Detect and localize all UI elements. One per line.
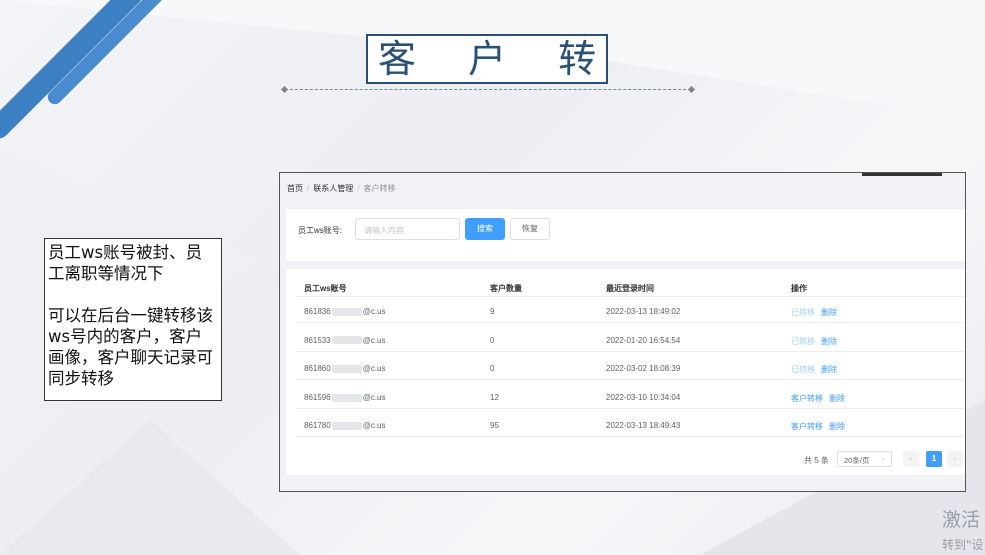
pagination-total: 共 5 条 [804, 456, 829, 465]
last-login-cell: 2022-03-13 18:49:02 [606, 307, 681, 316]
actions-cell: 客户转移 删除 [791, 421, 845, 432]
delete-link[interactable]: 删除 [821, 308, 837, 317]
delete-link[interactable]: 删除 [821, 365, 837, 374]
row-divider [296, 322, 965, 323]
last-login-cell: 2022-01-20 16:54:54 [606, 335, 681, 345]
customer-count-cell: 0 [490, 335, 495, 345]
note-paragraph: 可以在后台一键转移该ws号内的客户，客户画像，客户聊天记录可同步转移 [48, 306, 213, 388]
row-divider [296, 436, 965, 438]
actions-cell: 已转移 删除 [791, 364, 837, 375]
actions-cell: 已转移 删除 [791, 336, 837, 347]
description-note: 员工ws账号被封、员工离职等情况下 可以在后台一键转移该ws号内的客户，客户画像… [44, 238, 222, 401]
slide-title: 客 户 转 移 [366, 34, 608, 84]
transferred-label: 已转移 [791, 336, 815, 346]
actions-cell: 已转移 删除 [791, 307, 837, 318]
transfer-customers-link[interactable]: 客户转移 [791, 394, 823, 403]
delete-link[interactable]: 删除 [829, 394, 845, 403]
redacted-mask [331, 307, 362, 316]
breadcrumb-current: 客户转移 [363, 184, 396, 193]
customer-count-cell: 9 [490, 307, 495, 316]
transfer-customers-link[interactable]: 客户转移 [791, 422, 823, 431]
customer-count-cell: 95 [490, 421, 499, 431]
last-login-cell: 2022-03-02 18:08:39 [606, 364, 681, 374]
customer-count-cell: 0 [490, 364, 495, 374]
column-header-actions: 操作 [791, 284, 807, 293]
title-divider [285, 89, 691, 90]
redacted-mask [331, 336, 362, 345]
account-cell: 861596 @c.us [304, 392, 386, 402]
column-header-last-login: 最近登录时间 [606, 284, 654, 293]
search-label: 员工ws账号: [298, 226, 342, 235]
account-cell: 861780 @c.us [304, 421, 386, 431]
next-page-button[interactable]: › [947, 451, 963, 467]
breadcrumb-home[interactable]: 首页 [287, 184, 303, 193]
page-number-button[interactable]: 1 [926, 451, 942, 467]
note-paragraph: 员工ws账号被封、员工离职等情况下 [48, 243, 203, 283]
row-divider [296, 379, 965, 381]
account-cell: 861836 @c.us [304, 307, 386, 316]
breadcrumb-contacts[interactable]: 联系人管理 [313, 184, 353, 193]
breadcrumb: 首页 / 联系人管理 / 客户转移 [287, 184, 396, 193]
column-header-account: 员工ws账号 [304, 284, 347, 293]
delete-link[interactable]: 删除 [829, 422, 845, 431]
transferred-label: 已转移 [791, 308, 815, 317]
column-header-count: 客户数量 [490, 284, 522, 293]
transferred-label: 已转移 [791, 365, 815, 375]
row-divider [296, 407, 965, 409]
top-bar [862, 173, 942, 176]
last-login-cell: 2022-03-10 10:34:04 [606, 392, 681, 402]
account-cell: 861860 @c.us [304, 364, 386, 374]
page-size-select[interactable]: 20条/页 ⌄ [837, 451, 892, 467]
chevron-right-icon: › [953, 454, 957, 463]
customer-count-cell: 12 [490, 392, 499, 402]
app-screenshot: 首页 / 联系人管理 / 客户转移 员工ws账号: 请输入内容 搜索 恢复 员工ws账号… [279, 172, 966, 492]
search-button[interactable]: 搜索 [465, 218, 505, 240]
redacted-mask [331, 422, 362, 431]
reset-button[interactable]: 恢复 [510, 218, 550, 240]
chevron-down-icon: ⌄ [880, 455, 886, 462]
activation-watermark: 激活 转到"设 [942, 509, 984, 552]
account-search-input[interactable]: 请输入内容 [355, 218, 460, 240]
last-login-cell: 2022-03-13 18:49:43 [606, 421, 681, 431]
redacted-mask [331, 365, 362, 374]
row-divider [296, 296, 965, 297]
account-cell: 861533 @c.us [304, 335, 386, 345]
prev-page-button[interactable]: ‹ [903, 451, 919, 467]
delete-link[interactable]: 删除 [821, 337, 837, 346]
chevron-left-icon: ‹ [909, 454, 913, 463]
redacted-mask [331, 393, 362, 402]
actions-cell: 客户转移 删除 [791, 393, 845, 404]
row-divider [296, 350, 965, 352]
